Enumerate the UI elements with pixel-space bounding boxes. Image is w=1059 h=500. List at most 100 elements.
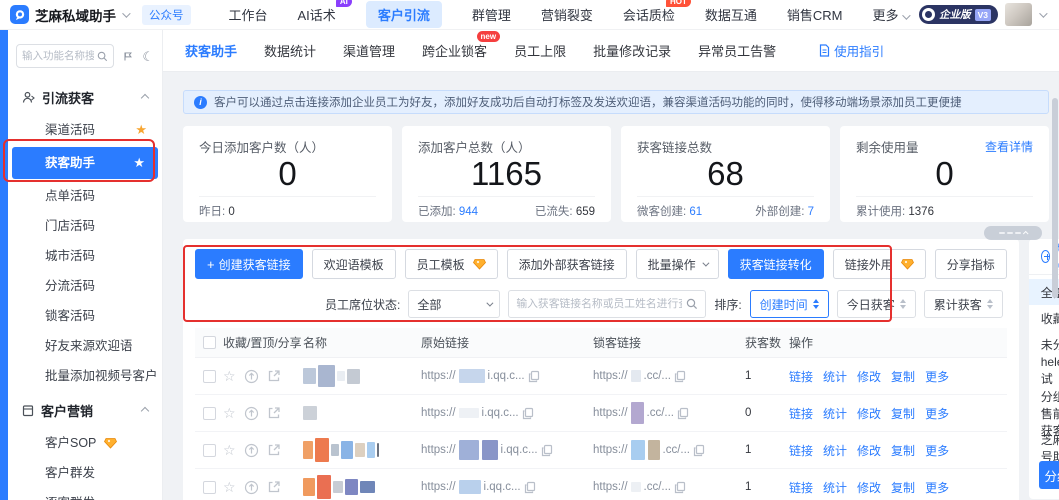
action-modify[interactable]: 修改	[857, 368, 881, 385]
action-link[interactable]: 链接	[789, 479, 813, 496]
collapse-pill[interactable]	[984, 226, 1042, 240]
share-external-icon[interactable]	[267, 443, 281, 457]
link-conversion-button[interactable]: 获客链接转化	[728, 249, 824, 279]
row-checkbox[interactable]	[203, 370, 216, 383]
sidebar-item-customer-mass-send[interactable]: 客户群发	[8, 458, 162, 488]
tab-staff-limit[interactable]: 员工上限	[514, 41, 566, 60]
row-checkbox[interactable]	[203, 407, 216, 420]
action-statistics[interactable]: 统计	[823, 405, 847, 422]
nav-item-customer-acquisition[interactable]: 客户引流	[366, 1, 442, 28]
link-external-use-button[interactable]: 链接外用	[833, 249, 926, 279]
sort-by-total-acquired[interactable]: 累计获客	[924, 290, 1003, 318]
action-copy[interactable]: 复制	[891, 442, 915, 459]
sidebar-search-box[interactable]	[16, 44, 114, 68]
share-external-icon[interactable]	[267, 369, 281, 383]
tab-acquisition-assistant[interactable]: 获客助手	[185, 41, 237, 60]
pin-top-icon[interactable]	[244, 369, 259, 384]
share-metrics-button[interactable]: 分享指标	[935, 249, 1007, 279]
action-more[interactable]: 更多	[925, 368, 949, 385]
favorite-star-icon[interactable]: ☆	[223, 480, 236, 494]
brand[interactable]: 芝麻私域助手 公众号	[0, 5, 201, 25]
nav-item-more[interactable]: 更多	[873, 5, 909, 24]
copy-icon[interactable]	[541, 444, 553, 457]
tab-abnormal-staff-alert[interactable]: 异常员工告警	[698, 41, 776, 60]
sidebar-item-acquisition-assistant[interactable]: 获客助手 ★	[12, 147, 158, 179]
action-more[interactable]: 更多	[925, 479, 949, 496]
copy-icon[interactable]	[674, 481, 686, 494]
tab-cross-company-lock[interactable]: 跨企业锁客new	[422, 41, 487, 60]
action-link[interactable]: 链接	[789, 442, 813, 459]
tab-data-statistics[interactable]: 数据统计	[264, 41, 316, 60]
add-external-link-button[interactable]: 添加外部获客链接	[507, 249, 627, 279]
group-manage-button[interactable]: 分组管理	[1039, 461, 1059, 489]
nav-item-group-management[interactable]: 群管理	[472, 5, 511, 24]
create-link-button[interactable]: + 创建获客链接	[195, 249, 303, 279]
dark-mode-moon-icon[interactable]: ☾	[142, 50, 154, 63]
nav-item-workbench[interactable]: 工作台	[229, 5, 268, 24]
pin-top-icon[interactable]	[244, 443, 259, 458]
nav-item-marketing-fission[interactable]: 营销裂变	[541, 5, 593, 24]
chevron-down-icon[interactable]	[1039, 9, 1047, 17]
action-copy[interactable]: 复制	[891, 405, 915, 422]
select-all-checkbox[interactable]	[203, 336, 216, 349]
copy-icon[interactable]	[677, 407, 689, 420]
favorite-star-icon[interactable]: ★	[135, 115, 147, 145]
copy-icon[interactable]	[524, 481, 536, 494]
flag-icon[interactable]	[123, 50, 133, 63]
row-checkbox[interactable]	[203, 481, 216, 494]
sidebar-item-friend-source-welcome[interactable]: 好友来源欢迎语	[8, 331, 162, 361]
action-modify[interactable]: 修改	[857, 479, 881, 496]
copy-icon[interactable]	[674, 370, 686, 383]
chevron-up-icon[interactable]	[141, 93, 149, 101]
link-search-input[interactable]	[516, 298, 682, 310]
action-statistics[interactable]: 统计	[823, 479, 847, 496]
pin-top-icon[interactable]	[244, 406, 259, 421]
row-checkbox[interactable]	[203, 444, 216, 457]
page-scrollbar[interactable]	[1052, 98, 1058, 298]
sidebar-item-split-qrcode[interactable]: 分流活码	[8, 271, 162, 301]
action-copy[interactable]: 复制	[891, 368, 915, 385]
favorite-star-icon[interactable]: ☆	[223, 406, 236, 420]
copy-icon[interactable]	[528, 370, 540, 383]
user-avatar[interactable]	[1005, 3, 1032, 26]
pin-top-icon[interactable]	[244, 480, 259, 495]
sidebar-item-city-qrcode[interactable]: 城市活码	[8, 241, 162, 271]
action-link[interactable]: 链接	[789, 405, 813, 422]
sort-by-create-time[interactable]: 创建时间	[750, 290, 829, 318]
nav-item-data-exchange[interactable]: 数据互通	[705, 5, 757, 24]
copy-icon[interactable]	[522, 407, 534, 420]
sidebar-item-chase-mass-send[interactable]: 逐客群发	[8, 488, 162, 500]
favorite-star-icon[interactable]: ☆	[223, 443, 236, 457]
sidebar-item-store-qrcode[interactable]: 门店活码	[8, 211, 162, 241]
sidebar-search-input[interactable]	[22, 50, 94, 62]
nav-item-sales-crm[interactable]: 销售CRM	[787, 5, 843, 24]
usage-guide-link[interactable]: 使用指引	[819, 41, 884, 60]
nav-item-chat-inspection[interactable]: 会话质检HOT	[623, 5, 675, 24]
action-more[interactable]: 更多	[925, 442, 949, 459]
action-link[interactable]: 链接	[789, 368, 813, 385]
batch-operations-button[interactable]: 批量操作	[636, 249, 719, 279]
action-copy[interactable]: 复制	[891, 479, 915, 496]
sidebar-section-marketing[interactable]: 客户营销	[8, 391, 162, 428]
sidebar-item-channel-qrcode[interactable]: 渠道活码 ★	[8, 115, 162, 145]
nav-item-ai-script[interactable]: AI话术AI	[298, 5, 336, 24]
action-statistics[interactable]: 统计	[823, 442, 847, 459]
sidebar-item-customer-sop[interactable]: 客户SOP	[8, 428, 162, 458]
tab-channel-management[interactable]: 渠道管理	[343, 41, 395, 60]
sidebar-item-lock-qrcode[interactable]: 锁客活码	[8, 301, 162, 331]
welcome-template-button[interactable]: 欢迎语模板	[312, 249, 396, 279]
view-details-link[interactable]: 查看详情	[985, 138, 1033, 155]
sidebar-item-order-qrcode[interactable]: 点单活码	[8, 181, 162, 211]
group-item-favorites[interactable]: 收藏2	[1029, 305, 1059, 331]
action-statistics[interactable]: 统计	[823, 368, 847, 385]
sidebar-item-batch-add-video-customers[interactable]: 批量添加视频号客户	[8, 361, 162, 391]
copy-icon[interactable]	[693, 444, 705, 457]
share-external-icon[interactable]	[267, 406, 281, 420]
chevron-up-icon[interactable]	[141, 406, 149, 414]
sort-by-today-acquired[interactable]: 今日获客	[837, 290, 916, 318]
favorite-star-icon[interactable]: ☆	[223, 369, 236, 383]
seat-status-select[interactable]: 全部	[408, 290, 500, 318]
link-search-box[interactable]	[508, 290, 706, 318]
chevron-down-icon[interactable]	[122, 9, 130, 17]
favorite-star-icon[interactable]: ★	[133, 147, 145, 179]
